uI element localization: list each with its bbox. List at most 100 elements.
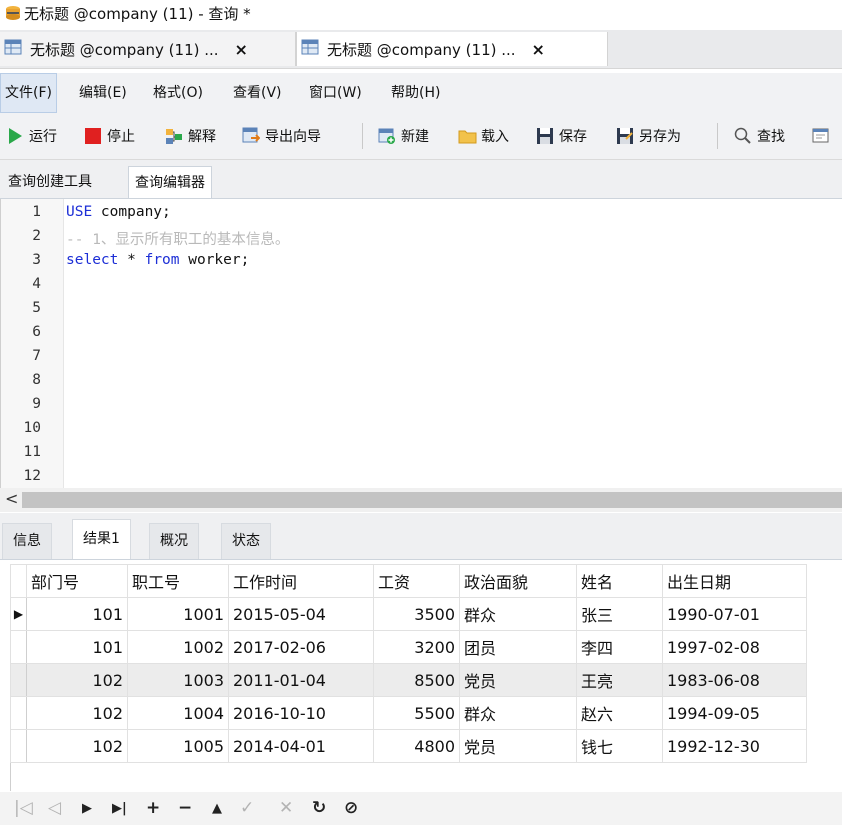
- table-cell[interactable]: 1004: [127, 696, 229, 730]
- table-cell[interactable]: 党员: [459, 729, 577, 763]
- column-header[interactable]: 职工号: [127, 564, 229, 598]
- table-row[interactable]: 101 1002 2017-02-06 3200 团员 李四 1997-02-0…: [10, 630, 807, 664]
- column-header[interactable]: 政治面貌: [459, 564, 577, 598]
- first-record-icon[interactable]: |◁: [14, 798, 33, 818]
- table-cell[interactable]: 101: [26, 630, 128, 664]
- run-button[interactable]: 运行: [6, 121, 57, 151]
- row-header-corner: [10, 564, 27, 598]
- scroll-left-icon[interactable]: <: [5, 489, 18, 508]
- table-cell[interactable]: 李四: [576, 630, 663, 664]
- menu-format[interactable]: 格式(O): [149, 73, 207, 113]
- column-header[interactable]: 部门号: [26, 564, 128, 598]
- add-record-icon[interactable]: +: [146, 798, 160, 818]
- column-header[interactable]: 姓名: [576, 564, 663, 598]
- table-cell[interactable]: 2017-02-06: [228, 630, 374, 664]
- table-cell[interactable]: 张三: [576, 597, 663, 631]
- row-header: [10, 663, 27, 697]
- tab-result1[interactable]: 结果1: [72, 519, 131, 559]
- more-tool-button[interactable]: [812, 121, 835, 151]
- search-icon: [734, 127, 752, 145]
- result-table: 部门号 职工号 工作时间 工资 政治面貌 姓名 出生日期 ▶ 101 1001 …: [10, 564, 807, 763]
- table-cell[interactable]: 2016-10-10: [228, 696, 374, 730]
- close-icon[interactable]: ×: [532, 40, 545, 59]
- explain-button[interactable]: 解释: [165, 121, 216, 151]
- menu-file[interactable]: 文件(F): [0, 73, 57, 113]
- menu-window[interactable]: 窗口(W): [305, 73, 366, 113]
- table-cell[interactable]: 群众: [459, 597, 577, 631]
- table-cell[interactable]: 3200: [373, 630, 460, 664]
- apply-changes-icon[interactable]: ▲: [212, 801, 222, 816]
- table-cell[interactable]: 3500: [373, 597, 460, 631]
- menu-help[interactable]: 帮助(H): [387, 73, 444, 113]
- new-button[interactable]: 新建: [378, 121, 429, 151]
- column-header[interactable]: 工资: [373, 564, 460, 598]
- column-header[interactable]: 出生日期: [662, 564, 807, 598]
- tab-profile[interactable]: 概况: [149, 523, 199, 559]
- last-record-icon[interactable]: ▶|: [112, 801, 127, 816]
- table-cell[interactable]: 党员: [459, 663, 577, 697]
- table-cell[interactable]: 2011-01-04: [228, 663, 374, 697]
- save-as-label: 另存为: [639, 129, 681, 145]
- line-number: 6: [32, 324, 41, 340]
- tab-query-builder[interactable]: 查询创建工具: [2, 166, 98, 198]
- table-cell[interactable]: 4800: [373, 729, 460, 763]
- horizontal-scrollbar[interactable]: <: [0, 488, 842, 512]
- table-cell[interactable]: 1997-02-08: [662, 630, 807, 664]
- line-number: 9: [32, 396, 41, 412]
- save-as-button[interactable]: 另存为: [616, 121, 681, 151]
- export-wizard-button[interactable]: 导出向导: [242, 121, 321, 151]
- table-row[interactable]: 102 1004 2016-10-10 5500 群众 赵六 1994-09-0…: [10, 696, 807, 730]
- table-row[interactable]: 102 1005 2014-04-01 4800 党员 钱七 1992-12-3…: [10, 729, 807, 763]
- check-icon[interactable]: ✓: [240, 798, 254, 818]
- find-button[interactable]: 查找: [734, 121, 785, 151]
- current-row-marker: ▶: [10, 597, 27, 631]
- column-header[interactable]: 工作时间: [228, 564, 374, 598]
- close-icon[interactable]: ×: [235, 40, 248, 59]
- table-row[interactable]: 102 1003 2011-01-04 8500 党员 王亮 1983-06-0…: [10, 663, 807, 697]
- table-cell[interactable]: 1005: [127, 729, 229, 763]
- previous-record-icon[interactable]: ◁: [48, 798, 61, 818]
- stop-button[interactable]: 停止: [84, 121, 135, 151]
- next-record-icon[interactable]: ▶: [82, 801, 92, 816]
- table-cell[interactable]: 团员: [459, 630, 577, 664]
- table-row[interactable]: ▶ 101 1001 2015-05-04 3500 群众 张三 1990-07…: [10, 597, 807, 631]
- menu-view[interactable]: 查看(V): [229, 73, 286, 113]
- table-cell[interactable]: 群众: [459, 696, 577, 730]
- table-cell[interactable]: 102: [26, 729, 128, 763]
- refresh-icon[interactable]: ↻: [312, 798, 326, 818]
- table-cell[interactable]: 2015-05-04: [228, 597, 374, 631]
- delete-record-icon[interactable]: −: [178, 798, 192, 818]
- result-tab-bar: 信息 结果1 概况 状态: [0, 513, 842, 560]
- table-cell[interactable]: 2014-04-01: [228, 729, 374, 763]
- tab-info[interactable]: 信息: [2, 523, 52, 559]
- doc-tab-1[interactable]: 无标题 @company (11) ... ×: [0, 32, 296, 66]
- tab-query-editor[interactable]: 查询编辑器: [128, 166, 212, 198]
- table-cell[interactable]: 8500: [373, 663, 460, 697]
- doc-tab-2[interactable]: 无标题 @company (11) ... ×: [296, 32, 608, 66]
- table-cell[interactable]: 王亮: [576, 663, 663, 697]
- table-cell[interactable]: 102: [26, 663, 128, 697]
- discard-changes-icon[interactable]: ✕: [279, 798, 293, 818]
- stop-icon[interactable]: ⊘: [344, 798, 358, 818]
- table-cell[interactable]: 1003: [127, 663, 229, 697]
- table-cell[interactable]: 1983-06-08: [662, 663, 807, 697]
- scrollbar-thumb[interactable]: [22, 492, 842, 508]
- table-cell[interactable]: 1002: [127, 630, 229, 664]
- table-cell[interactable]: 1994-09-05: [662, 696, 807, 730]
- table-cell[interactable]: 101: [26, 597, 128, 631]
- sql-editor[interactable]: 1 2 3 4 5 6 7 8 9 10 11 12 USE company; …: [0, 199, 842, 488]
- table-cell[interactable]: 钱七: [576, 729, 663, 763]
- table-cell[interactable]: 赵六: [576, 696, 663, 730]
- menu-edit[interactable]: 编辑(E): [75, 73, 131, 113]
- line-number: 1: [32, 204, 41, 220]
- tab-status[interactable]: 状态: [221, 523, 271, 559]
- sql-text: *: [118, 252, 145, 268]
- line-number: 5: [32, 300, 41, 316]
- table-cell[interactable]: 1990-07-01: [662, 597, 807, 631]
- save-button[interactable]: 保存: [536, 121, 587, 151]
- load-button[interactable]: 载入: [458, 121, 509, 151]
- table-cell[interactable]: 102: [26, 696, 128, 730]
- table-cell[interactable]: 1992-12-30: [662, 729, 807, 763]
- table-cell[interactable]: 5500: [373, 696, 460, 730]
- table-cell[interactable]: 1001: [127, 597, 229, 631]
